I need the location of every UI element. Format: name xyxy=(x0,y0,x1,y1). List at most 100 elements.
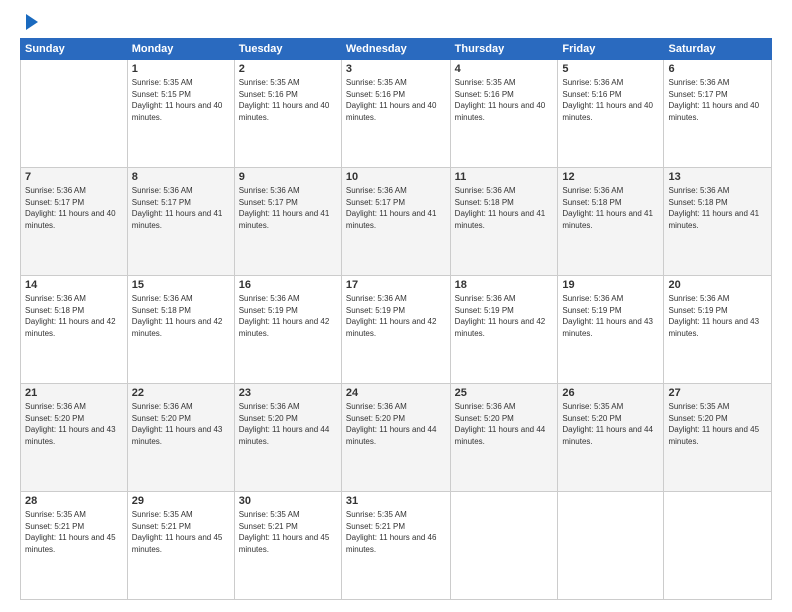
calendar-week-row: 7 Sunrise: 5:36 AM Sunset: 5:17 PM Daylig… xyxy=(21,168,772,276)
day-info: Sunrise: 5:36 AM Sunset: 5:20 PM Dayligh… xyxy=(455,401,554,447)
calendar-cell: 26 Sunrise: 5:35 AM Sunset: 5:20 PM Dayli… xyxy=(558,384,664,492)
day-info: Sunrise: 5:35 AM Sunset: 5:15 PM Dayligh… xyxy=(132,77,230,123)
calendar-cell: 14 Sunrise: 5:36 AM Sunset: 5:18 PM Dayli… xyxy=(21,276,128,384)
day-info: Sunrise: 5:36 AM Sunset: 5:19 PM Dayligh… xyxy=(455,293,554,339)
day-info: Sunrise: 5:35 AM Sunset: 5:21 PM Dayligh… xyxy=(346,509,446,555)
calendar-cell: 4 Sunrise: 5:35 AM Sunset: 5:16 PM Daylig… xyxy=(450,60,558,168)
day-number: 12 xyxy=(562,171,659,183)
calendar-cell: 3 Sunrise: 5:35 AM Sunset: 5:16 PM Daylig… xyxy=(341,60,450,168)
day-number: 21 xyxy=(25,387,123,399)
calendar-week-row: 1Sunrise: 5:35 AM Sunset: 5:15 PM Daylig… xyxy=(21,60,772,168)
calendar-table: SundayMondayTuesdayWednesdayThursdayFrid… xyxy=(20,38,772,600)
day-info: Sunrise: 5:35 AM Sunset: 5:16 PM Dayligh… xyxy=(455,77,554,123)
day-number: 8 xyxy=(132,171,230,183)
header-day-thursday: Thursday xyxy=(450,39,558,60)
calendar-cell: 6 Sunrise: 5:36 AM Sunset: 5:17 PM Daylig… xyxy=(664,60,772,168)
day-number: 30 xyxy=(239,495,337,507)
calendar-cell: 30 Sunrise: 5:35 AM Sunset: 5:21 PM Dayli… xyxy=(234,492,341,600)
calendar-cell: 29 Sunrise: 5:35 AM Sunset: 5:21 PM Dayli… xyxy=(127,492,234,600)
day-info: Sunrise: 5:35 AM Sunset: 5:21 PM Dayligh… xyxy=(132,509,230,555)
calendar-cell: 28 Sunrise: 5:35 AM Sunset: 5:21 PM Dayli… xyxy=(21,492,128,600)
calendar-cell: 11 Sunrise: 5:36 AM Sunset: 5:18 PM Dayli… xyxy=(450,168,558,276)
calendar-cell: 23 Sunrise: 5:36 AM Sunset: 5:20 PM Dayli… xyxy=(234,384,341,492)
day-info: Sunrise: 5:36 AM Sunset: 5:17 PM Dayligh… xyxy=(25,185,123,231)
logo xyxy=(20,16,38,30)
day-info: Sunrise: 5:36 AM Sunset: 5:17 PM Dayligh… xyxy=(132,185,230,231)
page: SundayMondayTuesdayWednesdayThursdayFrid… xyxy=(0,0,792,612)
calendar-cell: 12Sunrise: 5:36 AM Sunset: 5:18 PM Dayli… xyxy=(558,168,664,276)
header-day-wednesday: Wednesday xyxy=(341,39,450,60)
day-number: 4 xyxy=(455,63,554,75)
day-info: Sunrise: 5:36 AM Sunset: 5:20 PM Dayligh… xyxy=(239,401,337,447)
calendar-cell xyxy=(450,492,558,600)
day-info: Sunrise: 5:36 AM Sunset: 5:19 PM Dayligh… xyxy=(239,293,337,339)
calendar-cell: 31 Sunrise: 5:35 AM Sunset: 5:21 PM Dayli… xyxy=(341,492,450,600)
day-number: 19 xyxy=(562,279,659,291)
day-number: 5 xyxy=(562,63,659,75)
day-number: 25 xyxy=(455,387,554,399)
calendar-cell: 17 Sunrise: 5:36 AM Sunset: 5:19 PM Dayli… xyxy=(341,276,450,384)
calendar-cell xyxy=(558,492,664,600)
day-info: Sunrise: 5:36 AM Sunset: 5:19 PM Dayligh… xyxy=(562,293,659,339)
day-number: 6 xyxy=(668,63,767,75)
day-info: Sunrise: 5:36 AM Sunset: 5:20 PM Dayligh… xyxy=(132,401,230,447)
calendar-cell: 24 Sunrise: 5:36 AM Sunset: 5:20 PM Dayli… xyxy=(341,384,450,492)
day-number: 14 xyxy=(25,279,123,291)
day-number: 31 xyxy=(346,495,446,507)
day-number: 26 xyxy=(562,387,659,399)
day-number: 13 xyxy=(668,171,767,183)
calendar-cell: 5 Sunrise: 5:36 AM Sunset: 5:16 PM Daylig… xyxy=(558,60,664,168)
day-number: 2 xyxy=(239,63,337,75)
calendar-cell: 15Sunrise: 5:36 AM Sunset: 5:18 PM Dayli… xyxy=(127,276,234,384)
day-info: Sunrise: 5:36 AM Sunset: 5:18 PM Dayligh… xyxy=(455,185,554,231)
day-number: 15 xyxy=(132,279,230,291)
day-number: 22 xyxy=(132,387,230,399)
calendar-cell: 9 Sunrise: 5:36 AM Sunset: 5:17 PM Daylig… xyxy=(234,168,341,276)
calendar-cell: 7 Sunrise: 5:36 AM Sunset: 5:17 PM Daylig… xyxy=(21,168,128,276)
calendar-cell xyxy=(21,60,128,168)
day-info: Sunrise: 5:36 AM Sunset: 5:17 PM Dayligh… xyxy=(668,77,767,123)
calendar-cell: 2Sunrise: 5:35 AM Sunset: 5:16 PM Daylig… xyxy=(234,60,341,168)
day-number: 16 xyxy=(239,279,337,291)
day-number: 11 xyxy=(455,171,554,183)
day-number: 20 xyxy=(668,279,767,291)
day-info: Sunrise: 5:36 AM Sunset: 5:16 PM Dayligh… xyxy=(562,77,659,123)
day-info: Sunrise: 5:36 AM Sunset: 5:18 PM Dayligh… xyxy=(668,185,767,231)
day-number: 23 xyxy=(239,387,337,399)
calendar-week-row: 14 Sunrise: 5:36 AM Sunset: 5:18 PM Dayli… xyxy=(21,276,772,384)
day-number: 10 xyxy=(346,171,446,183)
day-info: Sunrise: 5:35 AM Sunset: 5:20 PM Dayligh… xyxy=(668,401,767,447)
day-info: Sunrise: 5:35 AM Sunset: 5:20 PM Dayligh… xyxy=(562,401,659,447)
logo-arrow-icon xyxy=(26,14,38,30)
day-info: Sunrise: 5:35 AM Sunset: 5:21 PM Dayligh… xyxy=(25,509,123,555)
calendar-cell xyxy=(664,492,772,600)
calendar-cell: 10Sunrise: 5:36 AM Sunset: 5:17 PM Dayli… xyxy=(341,168,450,276)
day-info: Sunrise: 5:35 AM Sunset: 5:21 PM Dayligh… xyxy=(239,509,337,555)
calendar-cell: 18 Sunrise: 5:36 AM Sunset: 5:19 PM Dayli… xyxy=(450,276,558,384)
day-info: Sunrise: 5:36 AM Sunset: 5:19 PM Dayligh… xyxy=(668,293,767,339)
day-info: Sunrise: 5:36 AM Sunset: 5:17 PM Dayligh… xyxy=(239,185,337,231)
calendar-cell: 19 Sunrise: 5:36 AM Sunset: 5:19 PM Dayli… xyxy=(558,276,664,384)
day-info: Sunrise: 5:36 AM Sunset: 5:20 PM Dayligh… xyxy=(25,401,123,447)
day-number: 7 xyxy=(25,171,123,183)
day-info: Sunrise: 5:35 AM Sunset: 5:16 PM Dayligh… xyxy=(346,77,446,123)
header-day-tuesday: Tuesday xyxy=(234,39,341,60)
day-number: 18 xyxy=(455,279,554,291)
calendar-cell: 25 Sunrise: 5:36 AM Sunset: 5:20 PM Dayli… xyxy=(450,384,558,492)
day-info: Sunrise: 5:36 AM Sunset: 5:20 PM Dayligh… xyxy=(346,401,446,447)
header xyxy=(20,16,772,30)
header-day-sunday: Sunday xyxy=(21,39,128,60)
day-number: 9 xyxy=(239,171,337,183)
day-info: Sunrise: 5:36 AM Sunset: 5:19 PM Dayligh… xyxy=(346,293,446,339)
calendar-cell: 22 Sunrise: 5:36 AM Sunset: 5:20 PM Dayli… xyxy=(127,384,234,492)
day-info: Sunrise: 5:36 AM Sunset: 5:18 PM Dayligh… xyxy=(25,293,123,339)
calendar-cell: 27 Sunrise: 5:35 AM Sunset: 5:20 PM Dayli… xyxy=(664,384,772,492)
day-number: 29 xyxy=(132,495,230,507)
day-number: 3 xyxy=(346,63,446,75)
day-number: 27 xyxy=(668,387,767,399)
day-number: 28 xyxy=(25,495,123,507)
header-day-monday: Monday xyxy=(127,39,234,60)
day-number: 24 xyxy=(346,387,446,399)
day-number: 17 xyxy=(346,279,446,291)
calendar-cell: 13 Sunrise: 5:36 AM Sunset: 5:18 PM Dayli… xyxy=(664,168,772,276)
